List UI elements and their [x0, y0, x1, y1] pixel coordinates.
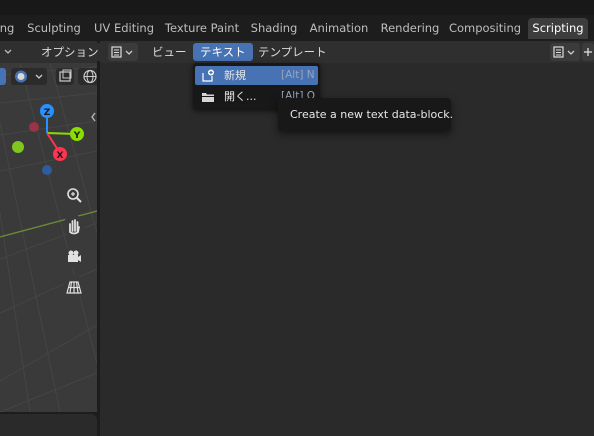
tab-scripting[interactable]: Scripting [528, 18, 588, 39]
tab-uv-editing[interactable]: UV Editing [92, 18, 156, 39]
tab-compositing[interactable]: Compositing [448, 18, 522, 39]
text-datablock-browse[interactable] [550, 43, 580, 61]
tab-layout-partial[interactable]: ng [0, 18, 16, 39]
menu-item-new[interactable]: 新規 [Alt] N [195, 66, 318, 85]
tab-animation[interactable]: Animation [306, 18, 372, 39]
viewport-shading-row [0, 66, 97, 122]
sidebar-toggle-icon[interactable] [89, 109, 97, 125]
tab-shading[interactable]: Shading [248, 18, 300, 39]
3d-viewport[interactable]: Z Y X [0, 63, 97, 412]
gizmo-x-label: X [57, 151, 64, 161]
wireframe-shading-icon[interactable] [78, 68, 97, 85]
menu-text[interactable]: テキスト [193, 43, 253, 61]
menu-item-open-label: 開く... [224, 90, 257, 103]
menu-templates[interactable]: テンプレート [251, 43, 334, 61]
tab-sculpting[interactable]: Sculpting [22, 18, 86, 39]
hand-pan-icon[interactable] [63, 215, 85, 237]
xray-toggle-icon[interactable] [56, 68, 74, 85]
camera-icon[interactable] [63, 246, 85, 268]
new-text-icon [202, 69, 214, 82]
tooltip: Create a new text data-block. [278, 98, 454, 131]
zoom-icon[interactable] [63, 184, 85, 206]
mode-button[interactable] [0, 68, 6, 85]
gizmo-neg-z[interactable] [42, 165, 52, 175]
tooltip-text: Create a new text data-block. [290, 108, 454, 121]
folder-icon [202, 93, 214, 102]
menu-item-new-label: 新規 [224, 69, 246, 82]
tab-rendering[interactable]: Rendering [378, 18, 442, 39]
overlay-dropdown[interactable] [11, 68, 47, 85]
top-bar [0, 0, 594, 15]
workspace-tabs: ng Sculpting UV Editing Texture Paint Sh… [0, 15, 594, 41]
options-label: オプション [41, 45, 99, 59]
new-text-plus-icon[interactable] [582, 43, 594, 61]
editor-type-dropdown[interactable] [108, 43, 138, 61]
gizmo-neg-y[interactable] [12, 141, 24, 153]
gizmo-z-label: Z [44, 108, 51, 118]
options-dropdown[interactable]: オプション [34, 43, 105, 61]
menu-view[interactable]: ビュー [145, 43, 194, 61]
gizmo-y-label: Y [73, 131, 81, 141]
tab-texture-paint[interactable]: Texture Paint [162, 18, 242, 39]
timeline-corner [0, 414, 97, 436]
chevron-down-icon[interactable] [0, 43, 16, 61]
viewport-header: オプション [0, 41, 105, 63]
gizmo-neg-x[interactable] [29, 122, 39, 132]
menu-item-new-shortcut: [Alt] N [281, 69, 315, 81]
perspective-grid-icon[interactable] [63, 276, 85, 298]
